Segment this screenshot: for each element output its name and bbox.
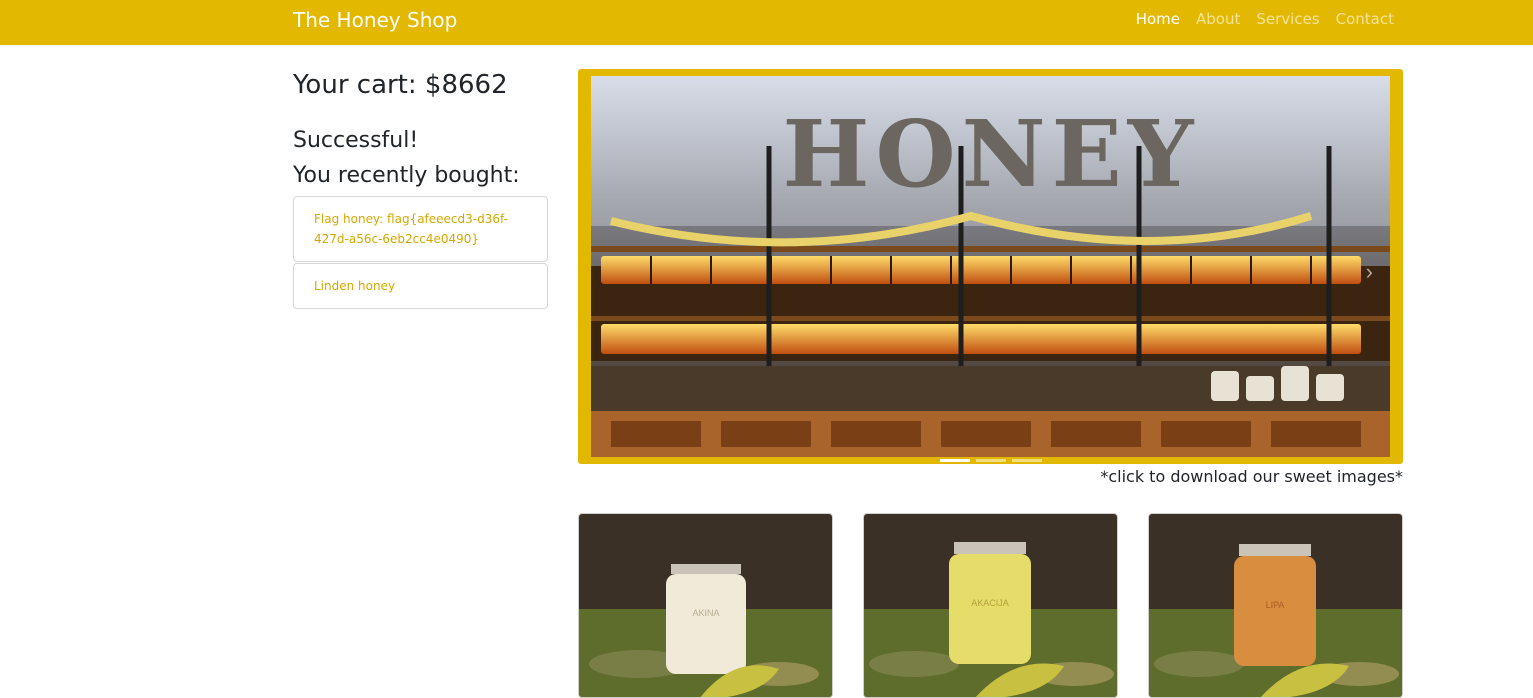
chevron-right-icon[interactable]: › xyxy=(1366,259,1373,285)
carousel-image-shop[interactable]: HONEY xyxy=(591,76,1390,457)
image-carousel[interactable]: HONEY › xyxy=(578,69,1403,464)
svg-text:LIPA: LIPA xyxy=(1266,600,1285,610)
carousel-indicators xyxy=(940,459,1042,462)
product-card-3[interactable]: LIPA xyxy=(1148,513,1403,698)
navbar: The Honey Shop Home About Services Conta… xyxy=(0,0,1533,45)
nav-home[interactable]: Home xyxy=(1136,10,1180,28)
list-item-linden-honey[interactable]: Linden honey xyxy=(293,263,548,309)
nav-about[interactable]: About xyxy=(1196,10,1240,28)
product-image-1: AKINA xyxy=(579,514,832,697)
product-card-2[interactable]: AKACIJA xyxy=(863,513,1118,698)
svg-text:AKINA: AKINA xyxy=(692,608,719,618)
cart-total: Your cart: $8662 xyxy=(293,70,508,100)
nav-contact[interactable]: Contact xyxy=(1336,10,1394,28)
product-image-3: LIPA xyxy=(1149,514,1402,697)
recent-list: Flag honey: flag{afeeecd3-d36f-427d-a56c… xyxy=(293,196,548,309)
recent-heading: You recently bought: xyxy=(293,163,520,188)
carousel-indicator-2[interactable] xyxy=(976,459,1006,462)
sidebar: Your cart: $8662 Successful! You recentl… xyxy=(293,70,548,310)
brand-link[interactable]: The Honey Shop xyxy=(293,8,457,32)
status-message: Successful! xyxy=(293,128,419,153)
carousel-indicator-1[interactable] xyxy=(940,459,970,462)
nav-links: Home About Services Contact xyxy=(1136,10,1394,28)
list-item-flag-honey[interactable]: Flag honey: flag{afeeecd3-d36f-427d-a56c… xyxy=(293,196,548,262)
nav-services[interactable]: Services xyxy=(1256,10,1319,28)
svg-text:AKACIJA: AKACIJA xyxy=(971,598,1009,608)
product-image-2: AKACIJA xyxy=(864,514,1117,697)
product-card-1[interactable]: AKINA xyxy=(578,513,833,698)
carousel-indicator-3[interactable] xyxy=(1012,459,1042,462)
carousel-caption: *click to download our sweet images* xyxy=(1100,467,1403,486)
